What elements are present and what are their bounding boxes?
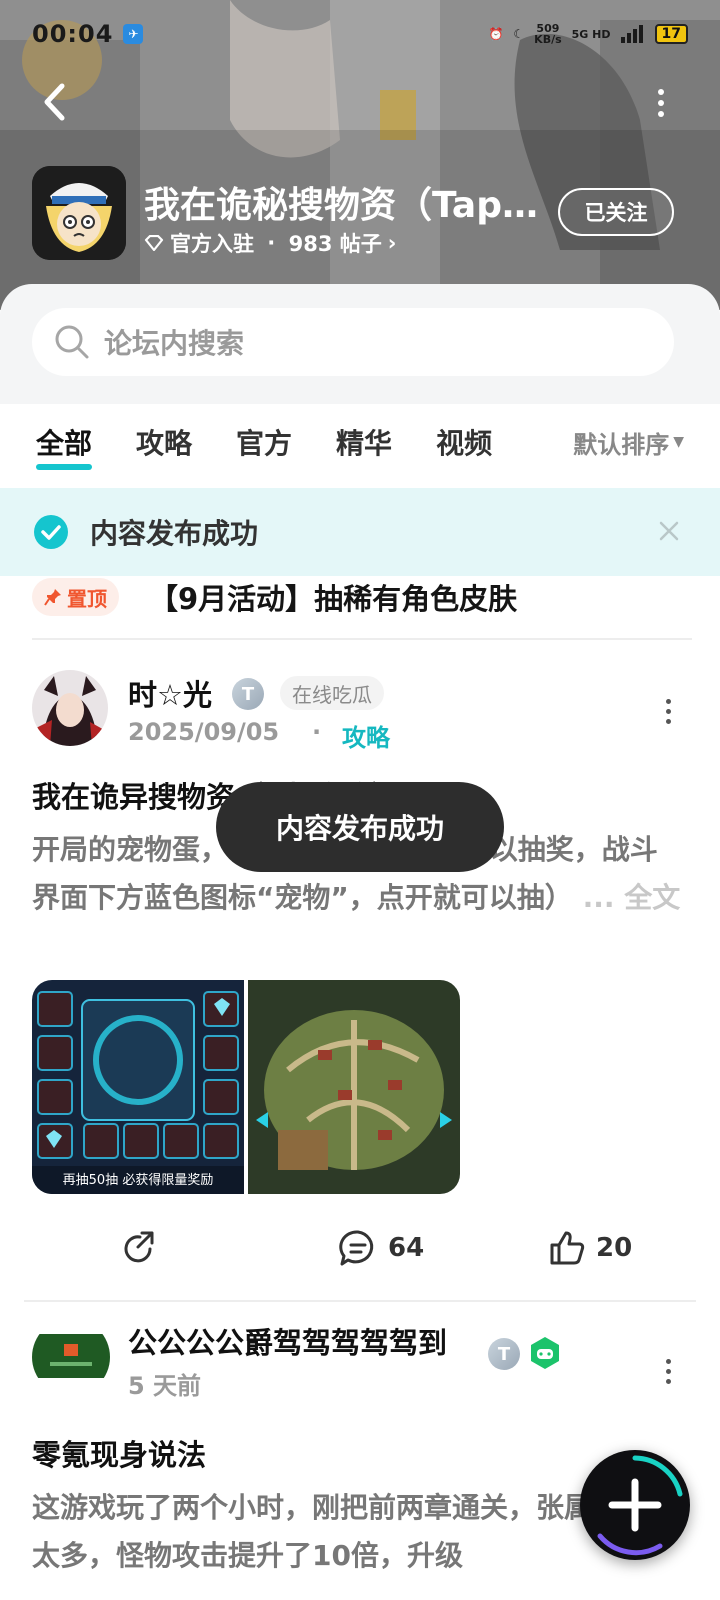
alarm-icon: ⏰ [488, 27, 504, 41]
pin-icon [44, 589, 61, 606]
forum-search-input[interactable]: 论坛内搜索 [32, 308, 674, 376]
user-tag: 在线吃瓜 [280, 676, 384, 710]
pinned-badge: 置顶 [32, 578, 119, 616]
create-post-button[interactable] [580, 1450, 690, 1560]
game-icon-art [32, 166, 126, 260]
more-options-button[interactable] [646, 86, 676, 120]
search-panel: 论坛内搜索 [0, 284, 720, 404]
forum-title: 我在诡秘搜物资（Tap… [144, 185, 538, 226]
publish-success-banner: 内容发布成功 [0, 488, 720, 576]
map-screenshot [248, 980, 460, 1194]
follow-button[interactable]: 已关注 [558, 188, 674, 236]
tab-all[interactable]: 全部 [36, 422, 93, 470]
check-circle-icon [34, 515, 68, 549]
chevron-left-icon [44, 83, 65, 121]
like-button[interactable]: 20 [548, 1226, 632, 1270]
net-speed-unit: KB/s [534, 33, 562, 46]
comment-button[interactable]: 64 [338, 1226, 424, 1270]
notification-app-icon: ✈ [123, 24, 144, 44]
moon-icon: ☾ [513, 27, 525, 41]
share-icon [124, 1231, 154, 1263]
status-bar: 00:04 ✈ ⏰ ☾ 509 KB/s 5G HD 17 [0, 14, 720, 54]
level-badge: T [488, 1338, 520, 1370]
pinned-badge-label: 置顶 [67, 586, 107, 611]
comment-icon [339, 1230, 374, 1266]
image-caption: 再抽50抽 必获得限量奖励 [63, 1172, 214, 1188]
forum-tabs: 全部 攻略 官方 精华 视频 默认排序 ▼ [0, 404, 720, 480]
signal-icon [620, 25, 643, 43]
status-time: 00:04 [32, 20, 114, 48]
read-more-link[interactable]: ... 全文 [583, 881, 681, 914]
network-label: 5G HD [571, 27, 611, 41]
post-author[interactable]: 公公公公爵驾驾驾驾驾到 [128, 1320, 447, 1362]
forum-header: 00:04 ✈ ⏰ ☾ 509 KB/s 5G HD 17 我在诡秘搜物资（Ta… [0, 0, 720, 310]
post-category[interactable]: 攻略 [342, 718, 390, 753]
pinned-post[interactable]: 置顶 【9月活动】抽稀有角色皮肤 [32, 576, 692, 640]
post-date: 5 天前 [128, 1372, 202, 1400]
gamepad-badge-icon [528, 1336, 562, 1370]
like-count: 20 [596, 1233, 633, 1263]
avatar-image [32, 1318, 110, 1396]
post-date: 2025/09/05 [128, 718, 280, 746]
post-divider [24, 1300, 696, 1302]
share-button[interactable] [120, 1226, 158, 1270]
forum-meta[interactable]: 官方入驻 · 983 帖子 › [144, 228, 396, 258]
post-count: 983 帖子 [288, 232, 382, 256]
lottery-screenshot: 再抽50抽 必获得限量奖励 [32, 980, 244, 1194]
banner-text: 内容发布成功 [90, 517, 259, 550]
post-image-1[interactable]: 再抽50抽 必获得限量奖励 [32, 980, 244, 1194]
avatar-image [32, 670, 108, 746]
search-icon [55, 325, 89, 359]
avatar[interactable] [32, 670, 108, 746]
date-separator: · [312, 718, 322, 746]
battery-indicator: 17 [654, 24, 688, 44]
diamond-icon [144, 235, 164, 251]
avatar[interactable] [32, 1318, 110, 1396]
sort-dropdown[interactable]: 默认排序 ▼ [573, 425, 684, 460]
official-label: 官方入驻 [170, 232, 254, 256]
tab-guides[interactable]: 攻略 [136, 422, 192, 462]
post-author[interactable]: 时☆光 [128, 672, 212, 714]
post-more-button[interactable] [658, 1356, 678, 1386]
comment-count: 64 [388, 1233, 425, 1263]
tab-video[interactable]: 视频 [436, 422, 492, 462]
status-indicators: ⏰ ☾ 509 KB/s 5G HD 17 [488, 23, 688, 45]
search-placeholder: 论坛内搜索 [104, 327, 245, 360]
close-icon[interactable] [656, 518, 682, 544]
sort-label: 默认排序 [573, 430, 670, 459]
post-more-button[interactable] [658, 696, 678, 726]
post-image-2[interactable] [248, 980, 460, 1194]
chevron-right-icon: › [387, 231, 397, 255]
tab-official[interactable]: 官方 [236, 422, 292, 462]
caret-down-icon: ▼ [673, 434, 684, 450]
level-badge: T [232, 678, 264, 710]
game-icon [32, 166, 126, 260]
back-button[interactable] [34, 82, 74, 122]
tab-featured[interactable]: 精华 [336, 422, 392, 462]
meta-separator: · [260, 231, 283, 255]
toast-message: 内容发布成功 [216, 782, 504, 872]
thumbs-up-icon [550, 1231, 585, 1265]
net-speed: 509 KB/s [534, 23, 561, 45]
pinned-title: 【9月活动】抽稀有角色皮肤 [149, 582, 518, 616]
plus-icon [597, 1455, 683, 1556]
